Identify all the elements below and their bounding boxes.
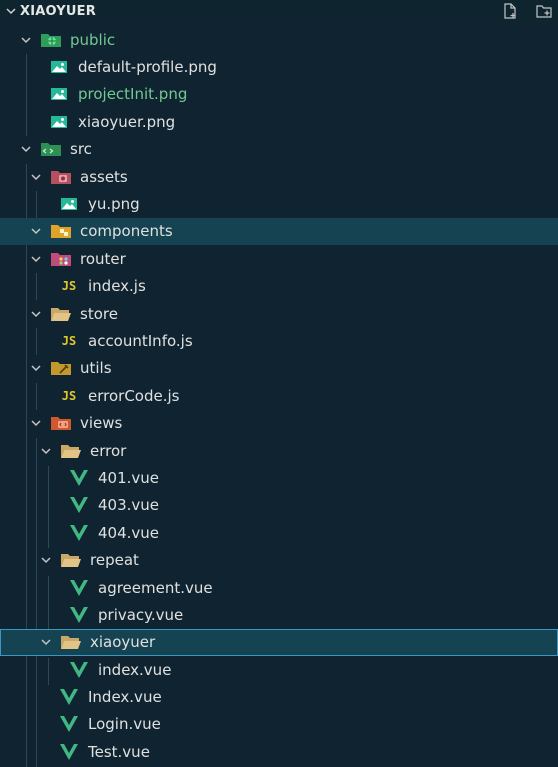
file-xiaoyuer-index-vue[interactable]: index.vue — [0, 656, 558, 683]
folder-label: utils — [80, 359, 112, 378]
vue-file-icon — [58, 743, 80, 761]
vue-file-icon — [68, 524, 90, 542]
folder-label: components — [80, 222, 173, 241]
image-file-icon — [48, 113, 70, 131]
folder-label: store — [80, 304, 118, 323]
js-file-icon: JS — [61, 333, 77, 348]
folder-open-icon — [60, 633, 82, 651]
router-folder-icon — [50, 250, 72, 268]
views-folder-icon — [50, 414, 72, 432]
image-file-icon — [48, 85, 70, 103]
folder-utils[interactable]: utils — [0, 355, 558, 382]
file-403-vue[interactable]: 403.vue — [0, 492, 558, 519]
folder-label: repeat — [90, 551, 139, 570]
src-folder-icon — [40, 140, 62, 158]
file-label: projectInit.png — [78, 85, 188, 104]
folder-public[interactable]: public — [0, 26, 558, 53]
file-404-vue[interactable]: 404.vue — [0, 519, 558, 546]
file-projectInit[interactable]: projectInit.png — [0, 81, 558, 108]
file-accountInfo-js[interactable]: JS accountInfo.js — [0, 327, 558, 354]
public-folder-icon — [40, 31, 62, 49]
file-label: index.vue — [98, 660, 172, 679]
chevron-down-icon[interactable] — [28, 306, 44, 322]
chevron-down-icon[interactable] — [18, 32, 34, 48]
vue-file-icon — [68, 661, 90, 679]
vue-file-icon — [68, 469, 90, 487]
file-label: 403.vue — [98, 496, 160, 515]
explorer-section-title: XIAOYUER — [20, 3, 96, 19]
js-file-icon: JS — [61, 279, 77, 294]
file-label: yu.png — [88, 195, 140, 214]
chevron-down-icon[interactable] — [28, 360, 44, 376]
image-file-icon — [48, 58, 70, 76]
file-label: index.js — [88, 277, 146, 296]
new-file-icon[interactable] — [500, 1, 520, 21]
folder-label: public — [70, 30, 116, 49]
folder-repeat[interactable]: repeat — [0, 546, 558, 573]
utils-folder-icon — [50, 359, 72, 377]
js-file-icon: JS — [61, 388, 77, 403]
file-router-index-js[interactable]: JS index.js — [0, 273, 558, 300]
file-label: agreement.vue — [98, 578, 213, 597]
folder-xiaoyuer[interactable]: xiaoyuer — [0, 628, 558, 656]
assets-folder-icon — [50, 168, 72, 186]
file-Test-vue[interactable]: Test.vue — [0, 738, 558, 765]
file-label: 404.vue — [98, 523, 160, 542]
folder-src[interactable]: src — [0, 136, 558, 163]
folder-open-icon — [60, 551, 82, 569]
folder-store[interactable]: store — [0, 300, 558, 327]
file-Index-vue[interactable]: Index.vue — [0, 683, 558, 710]
chevron-down-icon[interactable] — [18, 141, 34, 157]
file-xiaoyuer-png[interactable]: xiaoyuer.png — [0, 108, 558, 135]
components-folder-icon — [50, 222, 72, 240]
folder-label: error — [90, 441, 127, 460]
folder-label: views — [80, 414, 123, 433]
chevron-down-icon[interactable] — [38, 443, 54, 459]
chevron-down-icon[interactable] — [38, 552, 54, 568]
folder-views[interactable]: views — [0, 409, 558, 436]
folder-open-icon — [50, 305, 72, 323]
vue-file-icon — [68, 579, 90, 597]
file-label: Index.vue — [88, 688, 162, 707]
chevron-down-icon[interactable] — [28, 223, 44, 239]
file-label: privacy.vue — [98, 605, 184, 624]
folder-router[interactable]: router — [0, 245, 558, 272]
chevron-down-icon[interactable] — [28, 251, 44, 267]
file-label: default-profile.png — [78, 58, 217, 77]
chevron-down-icon[interactable] — [38, 634, 54, 650]
file-Login-vue[interactable]: Login.vue — [0, 711, 558, 738]
folder-components[interactable]: components — [0, 217, 558, 246]
image-file-icon — [58, 195, 80, 213]
folder-label: src — [70, 140, 92, 159]
new-folder-icon[interactable] — [534, 1, 554, 21]
file-default-profile[interactable]: default-profile.png — [0, 53, 558, 80]
chevron-down-icon[interactable] — [4, 0, 18, 22]
folder-label: xiaoyuer — [90, 633, 156, 652]
file-label: 401.vue — [98, 468, 160, 487]
file-label: accountInfo.js — [88, 331, 193, 350]
chevron-down-icon[interactable] — [28, 169, 44, 185]
file-401-vue[interactable]: 401.vue — [0, 464, 558, 491]
file-label: Login.vue — [88, 715, 161, 734]
vue-file-icon — [58, 715, 80, 733]
file-agreement-vue[interactable]: agreement.vue — [0, 574, 558, 601]
file-tree: public default-profile.png projectInit.p… — [0, 26, 558, 766]
folder-label: router — [80, 249, 126, 268]
explorer-section-header[interactable]: XIAOYUER — [0, 0, 558, 22]
folder-label: assets — [80, 167, 128, 186]
chevron-down-icon[interactable] — [28, 415, 44, 431]
explorer-actions — [500, 0, 558, 22]
folder-open-icon — [60, 442, 82, 460]
file-label: xiaoyuer.png — [78, 112, 176, 131]
folder-error[interactable]: error — [0, 437, 558, 464]
file-yu-png[interactable]: yu.png — [0, 190, 558, 217]
vue-file-icon — [68, 606, 90, 624]
file-errorCode-js[interactable]: JS errorCode.js — [0, 382, 558, 409]
file-label: errorCode.js — [88, 386, 180, 405]
file-label: Test.vue — [88, 742, 150, 761]
folder-assets[interactable]: assets — [0, 163, 558, 190]
vue-file-icon — [68, 496, 90, 514]
file-privacy-vue[interactable]: privacy.vue — [0, 601, 558, 628]
vue-file-icon — [58, 688, 80, 706]
